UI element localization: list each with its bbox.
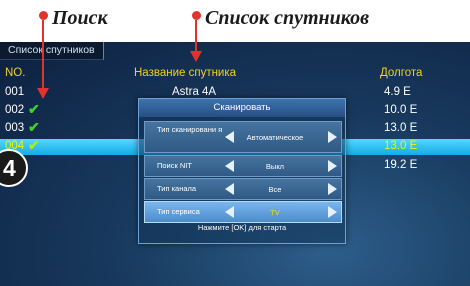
option-label: Тип сканировани я	[157, 125, 223, 134]
option-label: Тип канала	[157, 184, 197, 193]
table-header: NO. Название спутника Долгота	[0, 66, 470, 80]
row-number: 002	[5, 104, 25, 116]
option-label: Тип сервиса	[157, 207, 200, 216]
satellite-name: Astra 4A	[172, 86, 217, 98]
arrow-right-icon[interactable]	[328, 131, 337, 143]
arrow-right-icon[interactable]	[328, 206, 337, 218]
search-marker-dot	[39, 11, 48, 20]
option-value: Автоматическое	[246, 133, 304, 142]
satellite-longitude: 13.0 E	[384, 122, 418, 134]
service-type-option[interactable]: Тип сервиса TV	[144, 201, 342, 223]
tab-satellite-list[interactable]: Список спутников	[0, 42, 104, 60]
step-number: 4	[3, 155, 16, 181]
option-value: Все	[268, 185, 282, 194]
checkmark-icon: ✔	[28, 137, 40, 153]
satellite-longitude: 19.2 E	[384, 159, 418, 171]
option-value: TV	[270, 208, 280, 217]
scan-dialog: Сканировать Тип сканировани я Автоматиче…	[138, 98, 346, 244]
satellite-list-annotation-label: Список спутников	[205, 7, 370, 29]
column-header-name: Название спутника	[134, 67, 237, 79]
arrow-right-icon[interactable]	[328, 183, 337, 195]
list-marker-dot	[192, 11, 201, 20]
satellite-longitude: 13.0 E	[384, 140, 418, 152]
dialog-footer-hint: Нажмите [OK] для старта	[197, 223, 287, 232]
option-label: Поиск NIT	[157, 161, 192, 170]
column-header-no: NO.	[5, 67, 26, 79]
tv-screen: Список спутников NO. Название спутника Д…	[0, 42, 470, 286]
checkmark-icon: ✔	[28, 101, 40, 117]
option-value: Выкл	[265, 162, 285, 171]
satellite-longitude: 4.9 E	[384, 86, 411, 98]
dialog-title: Сканировать	[139, 99, 345, 117]
checkmark-icon: ✔	[28, 119, 40, 135]
search-annotation-label: Поиск	[52, 7, 108, 29]
annotation-bar: Поиск Список спутников	[0, 0, 470, 42]
row-number: 003	[5, 122, 25, 134]
channel-type-option[interactable]: Тип канала Все	[144, 178, 342, 200]
column-header-longitude: Долгота	[380, 67, 423, 79]
arrow-right-icon[interactable]	[328, 160, 337, 172]
row-number: 001	[5, 86, 25, 98]
satellite-longitude: 10.0 E	[384, 104, 418, 116]
nit-search-option[interactable]: Поиск NIT Выкл	[144, 155, 342, 177]
scan-type-option[interactable]: Тип сканировани я Автоматическое	[144, 121, 342, 153]
